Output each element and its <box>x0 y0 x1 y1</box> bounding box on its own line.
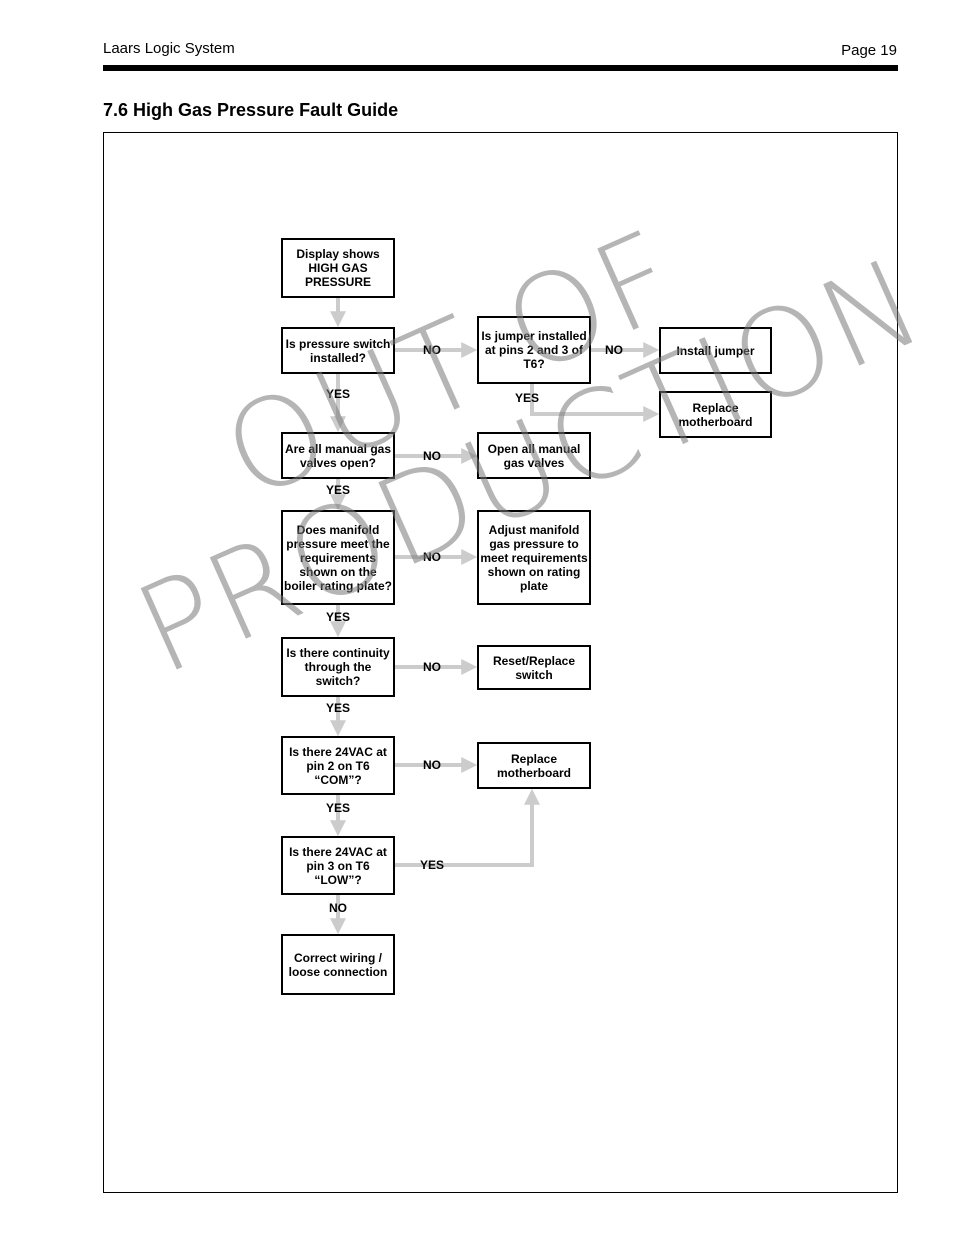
label-yes-valves: YES <box>326 483 351 497</box>
label-no-continuity: NO <box>423 660 441 674</box>
label-no-switch: NO <box>423 343 441 357</box>
box-a-replace-motherboard-2: Replace motherboard <box>477 742 591 789</box>
label-yes-low: YES <box>420 858 445 872</box>
box-q-continuity: Is there continuity through the switch? <box>281 637 395 697</box>
box-a-correct-wiring: Correct wiring / loose connection <box>281 934 395 995</box>
box-q-jumper: Is jumper installed at pins 2 and 3 of T… <box>477 316 591 384</box>
arrow-jumper-yes <box>530 383 660 422</box>
label-yes-jumper: YES <box>515 391 540 405</box>
box-q-24vac-com: Is there 24VAC at pin 2 on T6 “COM”? <box>281 736 395 795</box>
label-yes-com: YES <box>326 801 351 815</box>
box-a-adjust-manifold: Adjust manifold gas pressure to meet req… <box>477 510 591 605</box>
label-no-valves: NO <box>423 449 441 463</box>
label-yes-switch: YES <box>326 387 351 401</box>
box-a-open-valves: Open all manual gas valves <box>477 432 591 479</box>
box-q-manifold: Does manifold pressure meet the requirem… <box>281 510 395 605</box>
flowchart-connectors <box>330 297 660 935</box>
label-no-jumper: NO <box>605 343 623 357</box>
label-no-com: NO <box>423 758 441 772</box>
label-no-low: NO <box>329 901 347 915</box>
box-a-reset-switch: Reset/Replace switch <box>477 645 591 690</box>
label-no-manifold: NO <box>423 550 441 564</box>
arrow-low-yes <box>394 788 540 867</box>
box-a-replace-motherboard-1: Replace motherboard <box>659 391 772 438</box>
box-q-24vac-low: Is there 24VAC at pin 3 on T6 “LOW”? <box>281 836 395 895</box>
label-yes-manifold: YES <box>326 610 351 624</box>
box-q-gas-valves: Are all manual gas valves open? <box>281 432 395 479</box>
box-a-install-jumper: Install jumper <box>659 327 772 374</box>
box-q-pressure-switch: Is pressure switch installed? <box>281 327 395 374</box>
box-start: Display shows HIGH GAS PRESSURE <box>281 238 395 298</box>
label-yes-continuity: YES <box>326 701 351 715</box>
